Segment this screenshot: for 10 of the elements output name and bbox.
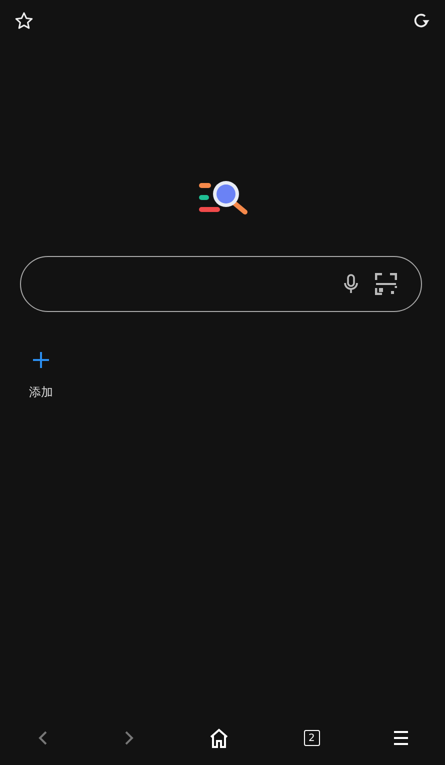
- scan-icon[interactable]: [375, 273, 397, 295]
- tabs-button[interactable]: 2: [304, 730, 320, 746]
- search-logo-icon: [198, 178, 248, 216]
- add-icon[interactable]: [33, 352, 49, 368]
- menu-icon[interactable]: [394, 730, 408, 746]
- search-field[interactable]: [20, 256, 422, 312]
- home-icon[interactable]: [209, 728, 230, 748]
- microphone-icon[interactable]: [341, 273, 361, 295]
- add-label[interactable]: 添加: [29, 384, 53, 401]
- star-icon[interactable]: [14, 11, 34, 31]
